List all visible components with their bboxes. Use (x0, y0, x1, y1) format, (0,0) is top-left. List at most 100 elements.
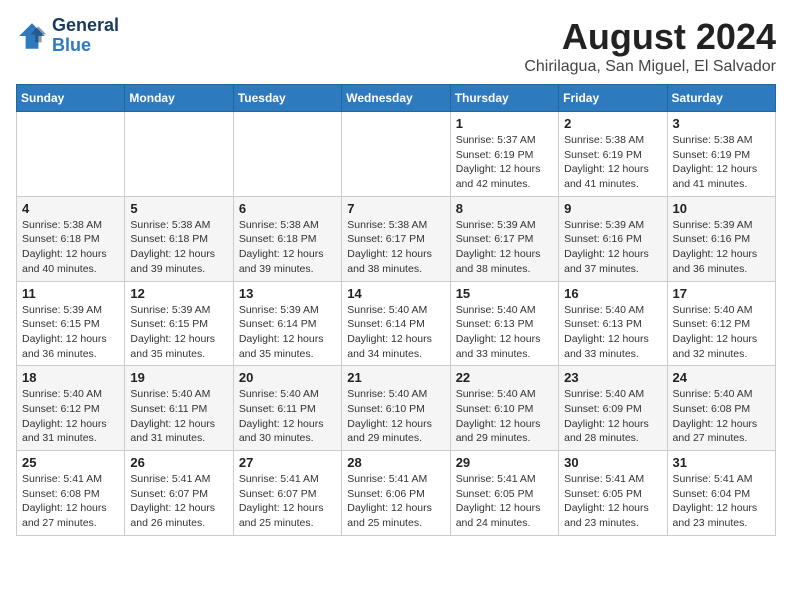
day-info: Sunrise: 5:40 AM Sunset: 6:13 PM Dayligh… (456, 303, 553, 362)
day-cell: 30 Sunrise: 5:41 AM Sunset: 6:05 PM Dayli… (559, 451, 667, 536)
day-cell: 3 Sunrise: 5:38 AM Sunset: 6:19 PM Daylig… (667, 112, 775, 197)
day-cell: 14 Sunrise: 5:40 AM Sunset: 6:14 PM Dayli… (342, 281, 450, 366)
col-header-saturday: Saturday (667, 85, 775, 112)
day-info: Sunrise: 5:40 AM Sunset: 6:13 PM Dayligh… (564, 303, 661, 362)
day-info: Sunrise: 5:38 AM Sunset: 6:19 PM Dayligh… (564, 133, 661, 192)
day-number: 22 (456, 370, 553, 385)
day-info: Sunrise: 5:40 AM Sunset: 6:08 PM Dayligh… (673, 387, 770, 446)
day-cell: 11 Sunrise: 5:39 AM Sunset: 6:15 PM Dayli… (17, 281, 125, 366)
day-cell: 23Sunrise: 5:40 AM Sunset: 6:09 PM Dayli… (559, 366, 667, 451)
day-number: 5 (130, 201, 227, 216)
day-cell: 19 Sunrise: 5:40 AM Sunset: 6:11 PM Dayli… (125, 366, 233, 451)
day-number: 30 (564, 455, 661, 470)
day-number: 7 (347, 201, 444, 216)
day-cell (233, 112, 341, 197)
day-info: Sunrise: 5:41 AM Sunset: 6:05 PM Dayligh… (564, 472, 661, 531)
day-cell: 20Sunrise: 5:40 AM Sunset: 6:11 PM Dayli… (233, 366, 341, 451)
day-cell: 26 Sunrise: 5:41 AM Sunset: 6:07 PM Dayli… (125, 451, 233, 536)
day-info: Sunrise: 5:41 AM Sunset: 6:06 PM Dayligh… (347, 472, 444, 531)
day-number: 19 (130, 370, 227, 385)
day-number: 27 (239, 455, 336, 470)
day-number: 10 (673, 201, 770, 216)
day-cell: 28 Sunrise: 5:41 AM Sunset: 6:06 PM Dayli… (342, 451, 450, 536)
day-number: 16 (564, 286, 661, 301)
week-row-2: 4 Sunrise: 5:38 AM Sunset: 6:18 PM Daylig… (17, 196, 776, 281)
day-number: 29 (456, 455, 553, 470)
day-number: 17 (673, 286, 770, 301)
col-header-thursday: Thursday (450, 85, 558, 112)
day-cell: 31 Sunrise: 5:41 AM Sunset: 6:04 PM Dayli… (667, 451, 775, 536)
day-number: 14 (347, 286, 444, 301)
day-info: Sunrise: 5:41 AM Sunset: 6:07 PM Dayligh… (130, 472, 227, 531)
day-info: Sunrise: 5:41 AM Sunset: 6:08 PM Dayligh… (22, 472, 119, 531)
day-cell: 21 Sunrise: 5:40 AM Sunset: 6:10 PM Dayli… (342, 366, 450, 451)
day-cell: 12 Sunrise: 5:39 AM Sunset: 6:15 PM Dayli… (125, 281, 233, 366)
day-cell: 5Sunrise: 5:38 AM Sunset: 6:18 PM Daylig… (125, 196, 233, 281)
day-cell: 8 Sunrise: 5:39 AM Sunset: 6:17 PM Daylig… (450, 196, 558, 281)
week-row-1: 1 Sunrise: 5:37 AM Sunset: 6:19 PM Daylig… (17, 112, 776, 197)
day-info: Sunrise: 5:41 AM Sunset: 6:05 PM Dayligh… (456, 472, 553, 531)
calendar-table: SundayMondayTuesdayWednesdayThursdayFrid… (16, 84, 776, 536)
day-number: 15 (456, 286, 553, 301)
day-number: 28 (347, 455, 444, 470)
day-cell: 13 Sunrise: 5:39 AM Sunset: 6:14 PM Dayli… (233, 281, 341, 366)
day-info: Sunrise: 5:39 AM Sunset: 6:15 PM Dayligh… (22, 303, 119, 362)
day-cell: 17 Sunrise: 5:40 AM Sunset: 6:12 PM Dayli… (667, 281, 775, 366)
day-info: Sunrise: 5:40 AM Sunset: 6:14 PM Dayligh… (347, 303, 444, 362)
day-info: Sunrise: 5:40 AM Sunset: 6:09 PM Dayligh… (564, 387, 661, 446)
day-cell: 16 Sunrise: 5:40 AM Sunset: 6:13 PM Dayli… (559, 281, 667, 366)
day-info: Sunrise: 5:39 AM Sunset: 6:14 PM Dayligh… (239, 303, 336, 362)
week-row-3: 11 Sunrise: 5:39 AM Sunset: 6:15 PM Dayli… (17, 281, 776, 366)
day-number: 26 (130, 455, 227, 470)
col-header-friday: Friday (559, 85, 667, 112)
day-info: Sunrise: 5:37 AM Sunset: 6:19 PM Dayligh… (456, 133, 553, 192)
logo-line1: General (52, 16, 119, 36)
day-cell (342, 112, 450, 197)
day-number: 13 (239, 286, 336, 301)
day-number: 12 (130, 286, 227, 301)
logo: General Blue (16, 16, 119, 56)
day-cell: 2 Sunrise: 5:38 AM Sunset: 6:19 PM Daylig… (559, 112, 667, 197)
day-number: 9 (564, 201, 661, 216)
page-header: General Blue August 2024 Chirilagua, San… (16, 16, 776, 76)
day-number: 20 (239, 370, 336, 385)
col-header-monday: Monday (125, 85, 233, 112)
day-cell: 27 Sunrise: 5:41 AM Sunset: 6:07 PM Dayli… (233, 451, 341, 536)
day-cell: 15 Sunrise: 5:40 AM Sunset: 6:13 PM Dayli… (450, 281, 558, 366)
day-info: Sunrise: 5:40 AM Sunset: 6:10 PM Dayligh… (456, 387, 553, 446)
day-number: 18 (22, 370, 119, 385)
day-info: Sunrise: 5:41 AM Sunset: 6:04 PM Dayligh… (673, 472, 770, 531)
day-info: Sunrise: 5:38 AM Sunset: 6:18 PM Dayligh… (239, 218, 336, 277)
day-info: Sunrise: 5:39 AM Sunset: 6:16 PM Dayligh… (564, 218, 661, 277)
day-info: Sunrise: 5:40 AM Sunset: 6:12 PM Dayligh… (673, 303, 770, 362)
day-number: 25 (22, 455, 119, 470)
day-info: Sunrise: 5:40 AM Sunset: 6:12 PM Dayligh… (22, 387, 119, 446)
logo-line2: Blue (52, 36, 119, 56)
day-info: Sunrise: 5:40 AM Sunset: 6:11 PM Dayligh… (130, 387, 227, 446)
days-header-row: SundayMondayTuesdayWednesdayThursdayFrid… (17, 85, 776, 112)
title-block: August 2024 Chirilagua, San Miguel, El S… (524, 16, 776, 76)
day-number: 8 (456, 201, 553, 216)
day-cell: 4 Sunrise: 5:38 AM Sunset: 6:18 PM Daylig… (17, 196, 125, 281)
day-info: Sunrise: 5:40 AM Sunset: 6:10 PM Dayligh… (347, 387, 444, 446)
week-row-4: 18 Sunrise: 5:40 AM Sunset: 6:12 PM Dayli… (17, 366, 776, 451)
day-info: Sunrise: 5:39 AM Sunset: 6:15 PM Dayligh… (130, 303, 227, 362)
day-info: Sunrise: 5:39 AM Sunset: 6:17 PM Dayligh… (456, 218, 553, 277)
day-info: Sunrise: 5:38 AM Sunset: 6:18 PM Dayligh… (22, 218, 119, 277)
day-info: Sunrise: 5:41 AM Sunset: 6:07 PM Dayligh… (239, 472, 336, 531)
day-number: 1 (456, 116, 553, 131)
day-number: 4 (22, 201, 119, 216)
day-cell: 22 Sunrise: 5:40 AM Sunset: 6:10 PM Dayli… (450, 366, 558, 451)
day-info: Sunrise: 5:38 AM Sunset: 6:19 PM Dayligh… (673, 133, 770, 192)
col-header-wednesday: Wednesday (342, 85, 450, 112)
day-cell (17, 112, 125, 197)
day-cell: 25 Sunrise: 5:41 AM Sunset: 6:08 PM Dayli… (17, 451, 125, 536)
calendar-subtitle: Chirilagua, San Miguel, El Salvador (524, 58, 776, 76)
day-number: 11 (22, 286, 119, 301)
day-number: 3 (673, 116, 770, 131)
day-number: 2 (564, 116, 661, 131)
day-cell: 10Sunrise: 5:39 AM Sunset: 6:16 PM Dayli… (667, 196, 775, 281)
day-number: 21 (347, 370, 444, 385)
day-cell: 1 Sunrise: 5:37 AM Sunset: 6:19 PM Daylig… (450, 112, 558, 197)
day-number: 31 (673, 455, 770, 470)
